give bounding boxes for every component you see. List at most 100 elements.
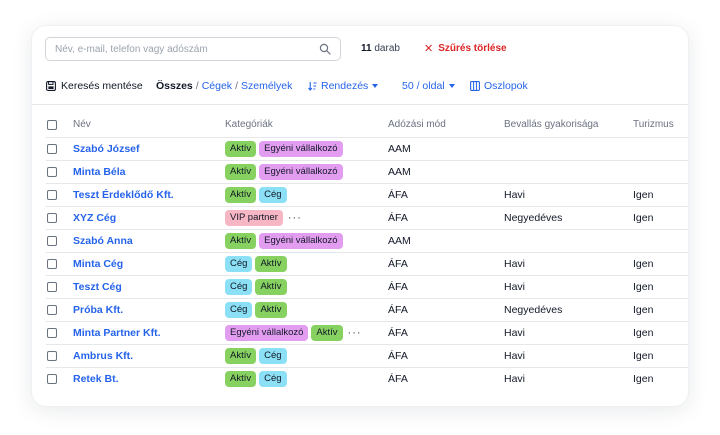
select-all-checkbox[interactable] (47, 119, 57, 130)
filing-frequency-cell: Havi (504, 320, 633, 344)
contact-name-link[interactable]: Minta Partner Kft. (73, 327, 161, 339)
table-row[interactable]: Minta Béla Aktív Egyéni vállalkozó AAM (46, 159, 688, 183)
table-header-row: Név Kategóriák Adózási mód Bevallás gyak… (46, 113, 688, 138)
tax-mode-cell: ÁFA (388, 297, 504, 321)
contact-name-link[interactable]: Teszt Cég (73, 281, 122, 293)
categories-cell: Cég Aktív (225, 251, 388, 275)
name-cell: Minta Cég (73, 251, 225, 275)
columns-label: Oszlopok (484, 80, 528, 92)
row-checkbox[interactable] (47, 304, 57, 315)
name-cell: Teszt Cég (73, 274, 225, 298)
filing-frequency-cell: Havi (504, 251, 633, 275)
table-row[interactable]: Minta Cég Cég Aktív ÁFA Havi Igen (46, 251, 688, 275)
row-checkbox[interactable] (47, 189, 57, 200)
row-checkbox[interactable] (47, 327, 57, 338)
save-search-label: Keresés mentése (61, 80, 143, 92)
categories-cell: Egyéni vállalkozó Aktív ··· (225, 320, 388, 344)
category-tag: Cég (259, 347, 287, 364)
name-cell: XYZ Cég (73, 205, 225, 229)
more-tags-icon[interactable]: ··· (348, 327, 362, 339)
contact-name-link[interactable]: Minta Cég (73, 258, 123, 270)
header-tourism[interactable]: Turizmus (633, 113, 688, 138)
result-count-number: 11 (361, 43, 372, 54)
filing-frequency-cell (504, 228, 633, 252)
close-icon: ✕ (424, 43, 434, 55)
filing-frequency-cell: Havi (504, 274, 633, 298)
contact-name-link[interactable]: XYZ Cég (73, 212, 116, 224)
tax-mode-cell: AAM (388, 228, 504, 252)
category-tag: Cég (259, 186, 287, 203)
search-box[interactable] (45, 37, 341, 61)
sort-dropdown[interactable]: Rendezés (308, 78, 379, 94)
search-input[interactable] (55, 43, 305, 56)
contact-name-link[interactable]: Szabó József (73, 143, 140, 155)
contact-name-link[interactable]: Teszt Érdeklődő Kft. (73, 189, 174, 201)
row-checkbox[interactable] (47, 373, 57, 384)
page-size-dropdown[interactable]: 50 / oldal (402, 78, 455, 94)
contact-name-link[interactable]: Szabó Anna (73, 235, 133, 247)
categories-cell: Cég Aktív (225, 274, 388, 298)
columns-icon (470, 81, 480, 91)
sort-icon (308, 82, 317, 91)
search-icon[interactable] (319, 43, 331, 55)
header-name[interactable]: Név (73, 113, 225, 138)
row-select-cell (46, 159, 73, 183)
row-checkbox[interactable] (47, 143, 57, 154)
row-checkbox[interactable] (47, 350, 57, 361)
table-row[interactable]: XYZ Cég VIP partner ··· ÁFA Negyedéves Igen (46, 205, 688, 229)
categories-cell: Aktív Cég (225, 343, 388, 367)
table-row[interactable]: Teszt Cég Cég Aktív ÁFA Havi Igen (46, 274, 688, 298)
contact-name-link[interactable]: Minta Béla (73, 166, 126, 178)
contact-name-link[interactable]: Ambrus Kft. (73, 350, 133, 362)
contacts-table: Név Kategóriák Adózási mód Bevallás gyak… (46, 113, 688, 390)
tax-mode-cell: ÁFA (388, 366, 504, 390)
table-row[interactable]: Ambrus Kft. Aktív Cég ÁFA Havi Igen (46, 343, 688, 367)
more-tags-icon[interactable]: ··· (288, 212, 302, 224)
filter-persons[interactable]: Személyek (241, 80, 292, 92)
row-select-cell (46, 297, 73, 321)
filter-companies[interactable]: Cégek (202, 80, 232, 92)
table-row[interactable]: Próba Kft. Cég Aktív ÁFA Negyedéves Igen (46, 297, 688, 321)
table-row[interactable]: Szabó Anna Aktív Egyéni vállalkozó AAM (46, 228, 688, 252)
category-tag: Cég (225, 278, 253, 295)
clear-filters-button[interactable]: ✕ Szűrés törlése (424, 42, 507, 55)
contact-name-link[interactable]: Próba Kft. (73, 304, 123, 316)
row-checkbox[interactable] (47, 258, 57, 269)
table-row[interactable]: Retek Bt. Aktív Cég ÁFA Havi Igen (46, 366, 688, 390)
row-checkbox[interactable] (47, 166, 57, 177)
table-row[interactable]: Minta Partner Kft. Egyéni vállalkozó Aktív… (46, 320, 688, 344)
tourism-cell: Igen (633, 297, 688, 321)
categories-cell: Aktív Egyéni vállalkozó (225, 159, 388, 183)
contact-name-link[interactable]: Retek Bt. (73, 373, 119, 385)
row-checkbox[interactable] (47, 235, 57, 246)
categories-cell: VIP partner ··· (225, 205, 388, 229)
result-count: 11 darab (361, 43, 400, 54)
name-cell: Próba Kft. (73, 297, 225, 321)
sort-label: Rendezés (321, 80, 369, 92)
save-search-button[interactable]: Keresés mentése (46, 78, 143, 94)
name-cell: Szabó Anna (73, 228, 225, 252)
category-tag: Aktív (255, 255, 287, 272)
tax-mode-cell: ÁFA (388, 343, 504, 367)
tourism-cell: Igen (633, 205, 688, 229)
columns-button[interactable]: Oszlopok (470, 78, 528, 94)
header-tax-mode[interactable]: Adózási mód (388, 113, 504, 138)
category-tag: Aktív (225, 232, 257, 249)
category-tag: Aktív (225, 347, 257, 364)
header-filing-frequency[interactable]: Bevallás gyakorisága (504, 113, 633, 138)
row-checkbox[interactable] (47, 281, 57, 292)
tax-mode-cell: ÁFA (388, 251, 504, 275)
row-select-cell (46, 182, 73, 206)
chevron-down-icon (372, 84, 379, 88)
clear-filters-label: Szűrés törlése (438, 43, 507, 54)
filter-all[interactable]: Összes (156, 80, 193, 92)
type-filter: Összes / Cégek / Személyek (156, 78, 292, 94)
table-row[interactable]: Teszt Érdeklődő Kft. Aktív Cég ÁFA Havi Igen (46, 182, 688, 206)
category-tag: Aktív (225, 140, 257, 157)
header-categories[interactable]: Kategóriák (225, 113, 388, 138)
row-checkbox[interactable] (47, 212, 57, 223)
filing-frequency-cell: Havi (504, 343, 633, 367)
filter-separator: / (195, 80, 199, 92)
table-row[interactable]: Szabó József Aktív Egyéni vállalkozó AAM (46, 136, 688, 160)
row-select-cell (46, 274, 73, 298)
